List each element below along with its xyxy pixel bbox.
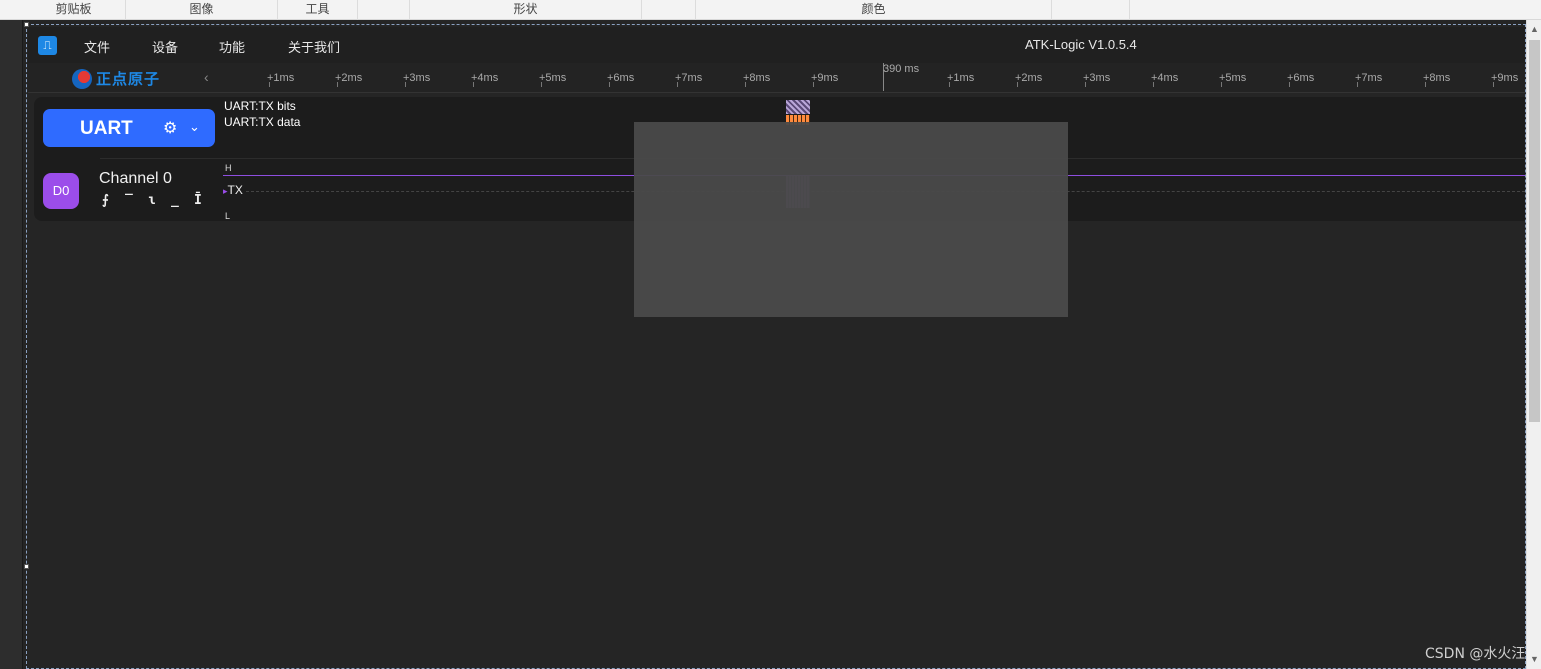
tick-label: +6ms — [607, 72, 635, 87]
falling-edge-icon[interactable]: ɩ — [148, 193, 156, 208]
uart-bits-annotation[interactable] — [786, 100, 810, 114]
canvas-left-margin — [0, 20, 23, 669]
scroll-up-icon[interactable]: ▲ — [1530, 24, 1539, 34]
vertical-scrollbar[interactable]: ▲ ▼ — [1526, 20, 1541, 669]
atk-logic-window: ⎍ 文件 设备 功能 关于我们 ATK-Logic V1.0.5.4 正点原子 … — [28, 27, 1525, 669]
signal-name: TX — [227, 183, 243, 197]
tick-label: +7ms — [675, 72, 703, 87]
low-level-icon[interactable]: _ — [171, 193, 179, 208]
time-marker-label: 390 ms — [883, 63, 920, 75]
any-edge-icon[interactable]: Ī — [194, 193, 202, 208]
gray-overlay-box — [634, 122, 1068, 317]
channel-badge[interactable]: D0 — [43, 173, 79, 209]
high-level-icon[interactable]: ‾ — [125, 193, 133, 208]
scrollbar-thumb[interactable] — [1529, 40, 1540, 422]
tick-label: +7ms — [1355, 72, 1383, 87]
tick-label: +8ms — [1423, 72, 1451, 87]
menu-function[interactable]: 功能 — [219, 37, 245, 56]
decoder-row-data: UART:TX data — [224, 115, 301, 129]
waveform-icon[interactable]: ⎍ — [38, 36, 57, 55]
tick-label: +5ms — [539, 72, 567, 87]
ribbon-group-image: 图像 — [126, 0, 278, 20]
tick-label: +3ms — [403, 72, 431, 87]
tick-label: +9ms — [1491, 72, 1519, 87]
signal-label: ▸TX — [223, 183, 243, 197]
rising-edge-icon[interactable]: ⨍ — [102, 193, 109, 208]
resize-handle[interactable] — [24, 564, 29, 569]
ribbon-group-colors: 颜色 — [696, 0, 1052, 20]
watermark-text: CSDN @水火汪 — [1425, 646, 1526, 662]
tick-label: +8ms — [743, 72, 771, 87]
time-ruler: 正点原子 ‹ 390 ms +1ms +2ms +3ms +4ms +5ms +… — [28, 63, 1525, 93]
low-level-label: L — [225, 211, 231, 221]
title-bar: ⎍ 文件 设备 功能 关于我们 ATK-Logic V1.0.5.4 — [28, 27, 1525, 63]
ribbon-group-shapes: 形状 — [410, 0, 642, 20]
menu-about[interactable]: 关于我们 — [288, 37, 340, 56]
menu-file[interactable]: 文件 — [84, 37, 110, 56]
tick-label: +3ms — [1083, 72, 1111, 87]
tick-label: +4ms — [1151, 72, 1179, 87]
tick-label: +2ms — [335, 72, 363, 87]
tick-label: +1ms — [267, 72, 295, 87]
uart-decoder-button[interactable]: UART ⚙ ⌄ — [43, 109, 215, 147]
tick-label: +9ms — [811, 72, 839, 87]
channel-name[interactable]: Channel 0 — [99, 170, 172, 188]
gear-icon[interactable]: ⚙ — [163, 118, 177, 138]
decoder-name: UART — [80, 118, 133, 139]
decoder-row-bits: UART:TX bits — [224, 99, 296, 113]
tick-label: +4ms — [471, 72, 499, 87]
tick-label: +1ms — [947, 72, 975, 87]
tick-label: +6ms — [1287, 72, 1315, 87]
chevron-down-icon[interactable]: ⌄ — [189, 119, 200, 135]
ribbon-group-spacer-3 — [1052, 0, 1130, 20]
brand-logo: 正点原子 — [72, 68, 160, 89]
ribbon-group-spacer — [358, 0, 410, 20]
chevron-left-icon[interactable]: ‹ — [204, 69, 209, 85]
tick-label: +5ms — [1219, 72, 1247, 87]
tick-label: +2ms — [1015, 72, 1043, 87]
app-title: ATK-Logic V1.0.5.4 — [1025, 37, 1137, 52]
menu-device[interactable]: 设备 — [152, 37, 178, 56]
high-level-label: H — [225, 163, 232, 173]
ribbon-group-tools: 工具 — [278, 0, 358, 20]
paint-ribbon: 剪贴板 图像 工具 形状 颜色 — [0, 0, 1541, 20]
ribbon-group-clipboard: 剪贴板 — [22, 0, 126, 20]
brand-text: 正点原子 — [96, 70, 161, 88]
resize-handle[interactable] — [24, 22, 29, 27]
ribbon-group-spacer-2 — [642, 0, 696, 20]
brand-mark-icon — [72, 68, 92, 89]
scroll-down-icon[interactable]: ▼ — [1530, 654, 1539, 664]
